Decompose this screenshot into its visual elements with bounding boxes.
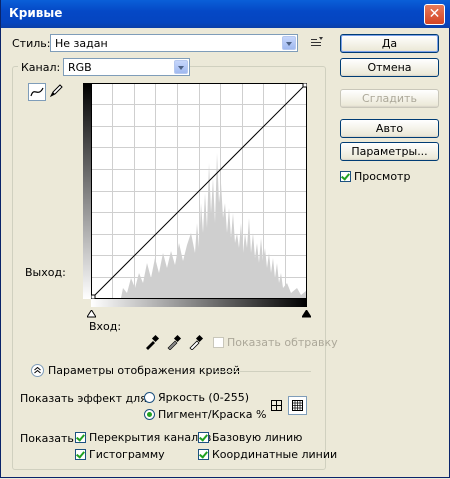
ok-button[interactable]: Да [340,34,439,53]
cancel-button[interactable]: Отмена [340,58,439,77]
style-label: Стиль: [12,37,51,50]
pencil-tool[interactable] [48,83,66,101]
simple-grid-button[interactable] [267,396,286,415]
channel-select-value: RGB [68,61,92,74]
histogram-checkbox[interactable] [75,449,86,460]
chevron-up-icon [34,366,41,374]
channel-select[interactable]: RGB [63,58,190,76]
histogram-label: Гистограмму [89,448,165,461]
close-button[interactable]: ✕ [424,4,445,25]
intersection-line-checkbox[interactable] [198,449,209,460]
divider [215,371,311,372]
style-select[interactable]: Не задан [50,34,298,52]
grid-4-icon [271,400,282,411]
black-point-slider[interactable] [301,308,312,321]
curve-point-tool[interactable] [28,83,46,101]
title-bar: Кривые ✕ [1,0,450,28]
channel-label: Канал: [18,61,64,74]
grid-16-icon [292,400,303,411]
collapse-options-button[interactable] [31,364,44,377]
smooth-button[interactable]: Сгладить [340,89,439,108]
show-clipping-checkbox[interactable] [213,337,224,348]
preview-label: Просмотр [354,170,411,183]
pigment-radio[interactable] [144,409,155,420]
light-radio[interactable] [144,392,155,403]
channel-overlays-checkbox[interactable] [75,432,86,443]
chevron-down-icon [282,36,296,50]
chevron-down-icon [174,60,188,74]
channel-overlays-label: Перекрытия каналов [89,431,212,444]
white-eyedropper-icon[interactable] [188,334,204,351]
curves-dialog: Кривые ✕ Стиль: Не задан Канал: RGB Выхо… [0,0,450,478]
input-label: Вход: [89,320,122,333]
preset-menu-icon[interactable] [309,36,325,50]
window-title: Кривые [9,6,63,20]
output-label: Выход: [25,266,66,279]
preview-checkbox[interactable] [340,171,351,182]
show-clipping-label: Показать обтравку [227,336,338,349]
gray-eyedropper-icon[interactable] [166,334,182,351]
baseline-label: Базовую линию [212,431,303,444]
detailed-grid-button[interactable] [288,396,307,415]
curve-graph[interactable] [90,82,308,300]
output-gradient-bar [83,83,91,299]
show-amount-label: Показать эффект для: [20,392,151,405]
pigment-radio-label: Пигмент/Краска % [158,408,267,421]
curve-icon [30,87,44,97]
options-button[interactable]: Параметры... [340,142,439,161]
baseline-checkbox[interactable] [198,432,209,443]
show-label: Показать: [20,432,78,445]
curve-grid [90,82,308,300]
input-gradient-bar [91,299,307,307]
display-options-header: Параметры отображения кривой [48,364,241,377]
curve-point-white[interactable] [302,82,308,88]
style-select-value: Не задан [55,37,108,50]
auto-button[interactable]: Авто [340,119,439,138]
pencil-icon [49,84,63,98]
black-eyedropper-icon[interactable] [144,334,160,350]
light-radio-label: Яркость (0-255) [158,391,249,404]
intersection-line-label: Координатные линии [212,448,338,461]
